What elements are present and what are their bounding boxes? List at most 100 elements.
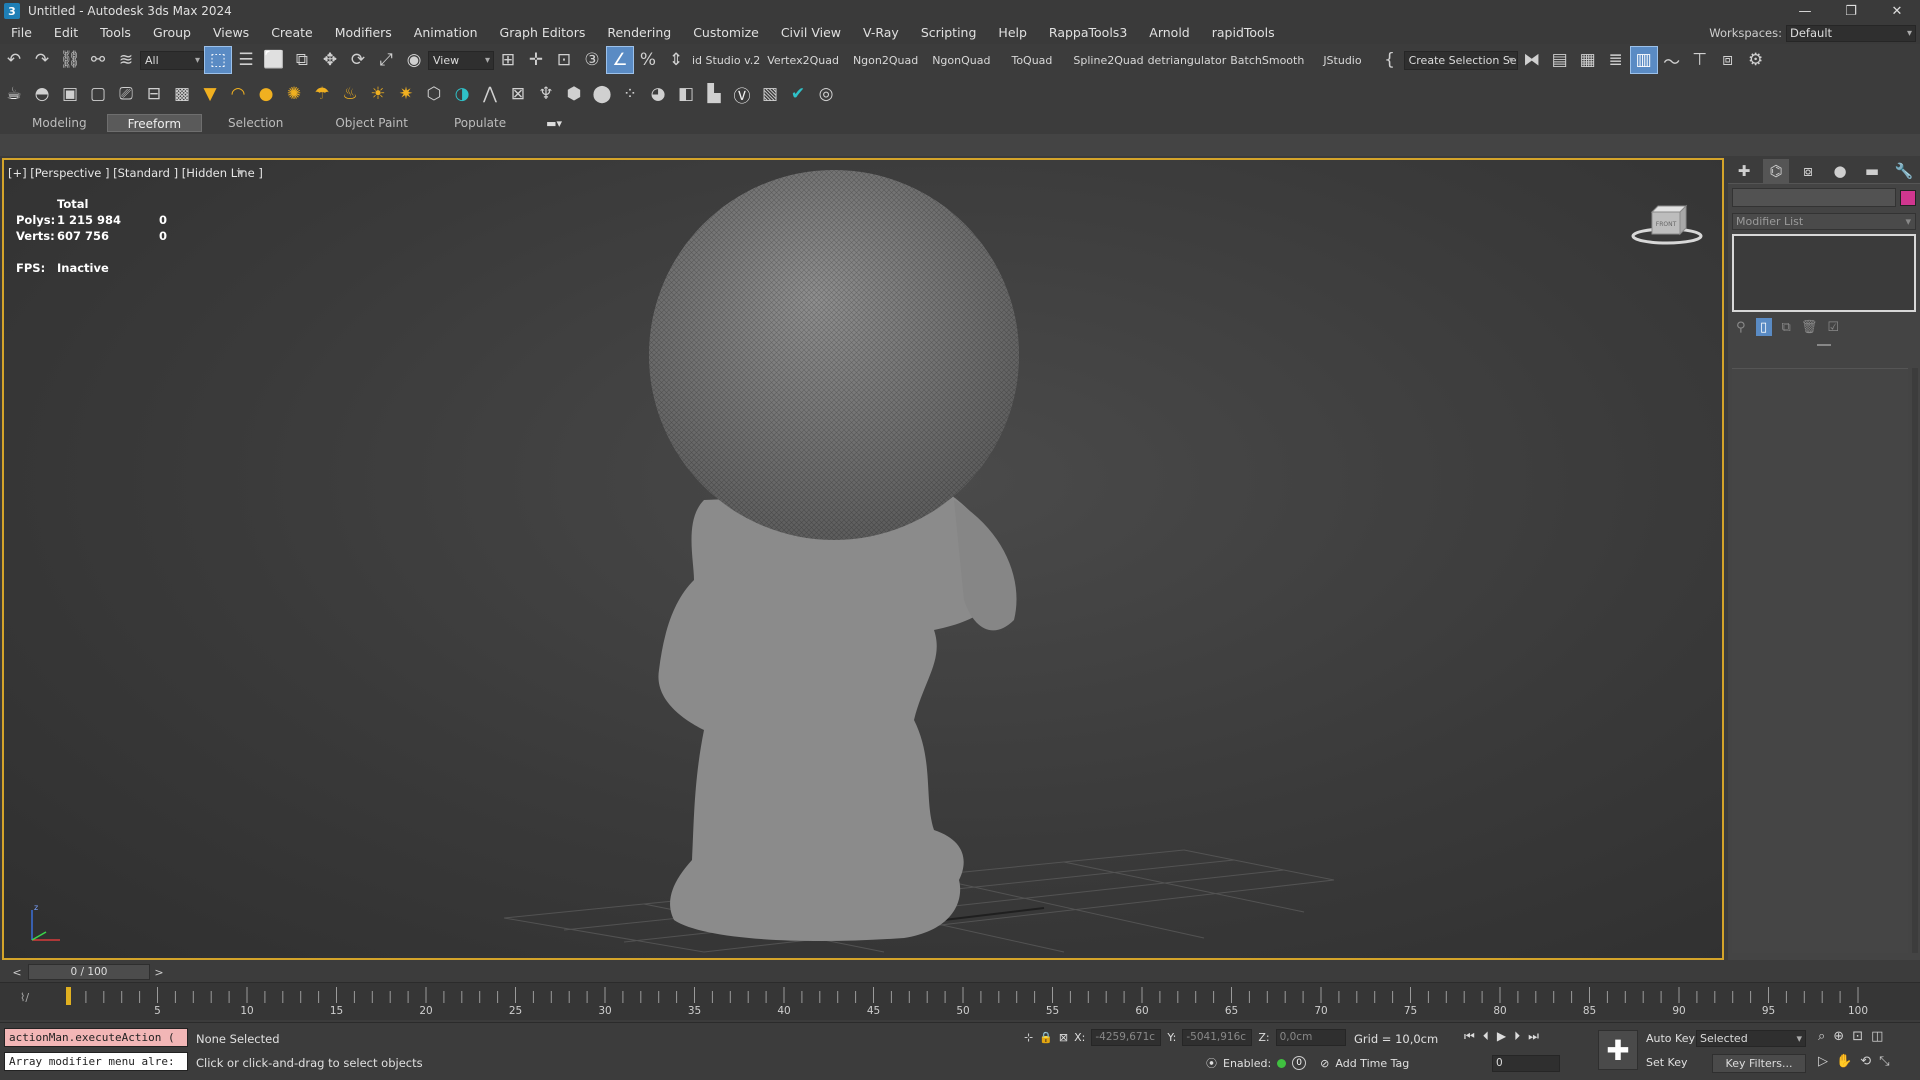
teapot-icon[interactable]: ☕ — [0, 80, 28, 108]
modify-tab-icon[interactable]: ⌬ — [1763, 158, 1789, 183]
tab-modeling[interactable]: Modeling — [12, 114, 107, 132]
toggle-ribbon-icon[interactable]: ▥ — [1629, 46, 1658, 74]
render-frame-icon[interactable]: ⊟ — [140, 80, 168, 108]
pin-stack-icon[interactable]: ⚲ — [1736, 320, 1746, 335]
motion-tab-icon[interactable]: ● — [1827, 159, 1853, 183]
app-icon[interactable]: 3 — [4, 3, 20, 19]
menu-customize[interactable]: Customize — [682, 22, 770, 44]
time-next-icon[interactable]: > — [152, 964, 166, 980]
menu-tools[interactable]: Tools — [89, 22, 142, 44]
create-tab-icon[interactable]: ✚ — [1731, 159, 1757, 183]
go-to-end-icon[interactable]: ⏭ — [1528, 1029, 1539, 1044]
auto-key-button[interactable]: Auto Key — [1644, 1032, 1697, 1045]
material-swatches-icon[interactable]: ⁘ — [616, 80, 644, 108]
play-icon[interactable]: ▶ — [1497, 1029, 1506, 1044]
zoom-all-icon[interactable]: ⊕ — [1833, 1029, 1844, 1044]
menu-group[interactable]: Group — [142, 22, 202, 44]
vray-light-icon[interactable]: ▼ — [196, 80, 224, 108]
tab-populate[interactable]: Populate — [434, 114, 526, 132]
redo-icon[interactable]: ↷ — [28, 46, 56, 74]
menu-rappatools3[interactable]: RappaTools3 — [1038, 22, 1138, 44]
menu-file[interactable]: File — [0, 22, 43, 44]
script-button-jstudio[interactable]: JStudio — [1316, 54, 1375, 67]
camera-icon[interactable]: ⎚ — [112, 80, 140, 108]
zoom-icon[interactable]: ⌕ — [1818, 1029, 1825, 1044]
vray-sky-icon[interactable]: ✷ — [392, 80, 420, 108]
frame-buffer-icon[interactable]: ▧ — [756, 80, 784, 108]
vray-dome-light-icon[interactable]: ◠ — [224, 80, 252, 108]
y-coord-field[interactable]: -5041,916c — [1182, 1029, 1253, 1046]
rectangular-selection-icon[interactable]: ⬜ — [260, 46, 288, 74]
frame-ruler[interactable]: 5 10 15 20 25 30 35 40 45 50 55 60 65 70 75 80 85 90 95 100 — [66, 985, 1868, 1019]
menu-help[interactable]: Help — [987, 22, 1038, 44]
vray-logo-icon[interactable]: Ⓥ — [728, 80, 756, 108]
select-by-name-icon[interactable]: ☰ — [232, 46, 260, 74]
close-button[interactable]: ✕ — [1874, 0, 1920, 22]
menu-views[interactable]: Views — [202, 22, 260, 44]
script-button-spline2quad[interactable]: Spline2Quad — [1066, 54, 1145, 67]
vray-sphere-light-icon[interactable]: ● — [252, 80, 280, 108]
vray-mtl-wrapper-icon[interactable]: ◧ — [672, 80, 700, 108]
material-editor-icon[interactable]: ⧈ — [1714, 46, 1742, 74]
orbit-icon[interactable]: ⟲ — [1860, 1054, 1871, 1069]
move-icon[interactable]: ✥ — [316, 46, 344, 74]
script-button-id-studio[interactable]: id Studio v.2 — [690, 54, 767, 67]
vray-sun-icon[interactable]: ☀ — [364, 80, 392, 108]
object-color-swatch[interactable] — [1900, 189, 1916, 206]
named-selection-dropdown[interactable]: Create Selection Se — [1403, 50, 1518, 70]
link-icon[interactable]: ⛓ — [56, 46, 84, 74]
align-icon[interactable]: ▤ — [1546, 46, 1574, 74]
vray-check-icon[interactable]: ✔ — [784, 80, 812, 108]
lock-selection-icon[interactable]: 🔒 — [1039, 1031, 1053, 1044]
add-time-tag-button[interactable]: Add Time Tag — [1335, 1057, 1409, 1070]
viewcube-icon[interactable]: FRONT — [1630, 198, 1704, 248]
schematic-view-icon[interactable]: ⊤ — [1686, 46, 1714, 74]
script-button-vertex2quad[interactable]: Vertex2Quad — [767, 54, 846, 67]
viewport-label[interactable]: [+] [Perspective ] [Standard ] [Hidden L… — [8, 166, 263, 180]
pan-view-icon[interactable]: ✋ — [1836, 1054, 1852, 1069]
angle-snap-icon[interactable]: ∠ — [606, 46, 634, 74]
scale-icon[interactable]: ⤢ — [372, 46, 400, 74]
place-icon[interactable]: ◉ — [400, 46, 428, 74]
viewport-filter-icon[interactable]: ⏷ — [236, 165, 246, 180]
enabled-indicator[interactable] — [1277, 1058, 1287, 1068]
vray-ies-light-icon[interactable]: ☂ — [308, 80, 336, 108]
keyboard-shortcut-override-icon[interactable]: ⊡ — [550, 46, 578, 74]
undo-icon[interactable]: ↶ — [0, 46, 28, 74]
selection-filter-dropdown[interactable]: All — [140, 50, 204, 70]
key-filters-button[interactable]: Key Filters... — [1712, 1054, 1806, 1073]
menu-modifiers[interactable]: Modifiers — [324, 22, 403, 44]
menu-rapidtools[interactable]: rapidTools — [1201, 22, 1286, 44]
time-prev-icon[interactable]: < — [10, 964, 24, 980]
snaps-toggle-icon[interactable]: ③ — [578, 46, 606, 74]
menu-vray[interactable]: V-Ray — [852, 22, 910, 44]
menu-scripting[interactable]: Scripting — [910, 22, 988, 44]
sphere-create-icon[interactable]: ◓ — [28, 80, 56, 108]
vray-proxy-icon[interactable]: ⬡ — [420, 80, 448, 108]
mini-curve-editor-icon[interactable]: ⌇∕ — [20, 991, 29, 1004]
select-object-icon[interactable]: ⬚ — [204, 46, 232, 74]
menu-civil-view[interactable]: Civil View — [770, 22, 852, 44]
vray-mesh-light-icon[interactable]: ✺ — [280, 80, 308, 108]
tab-selection[interactable]: Selection — [202, 114, 309, 132]
reference-coordinate-dropdown[interactable]: View — [428, 50, 494, 70]
absolute-mode-icon[interactable]: ⊠ — [1059, 1031, 1068, 1044]
mirror-icon[interactable]: ⧓ — [1518, 46, 1546, 74]
edit-named-selection-icon[interactable]: { — [1376, 46, 1404, 74]
render-elements-icon[interactable]: ▙ — [700, 80, 728, 108]
time-tag-icon[interactable]: ⊘ — [1320, 1057, 1329, 1070]
tab-object-paint[interactable]: Object Paint — [309, 114, 434, 132]
script-button-detriangulator[interactable]: detriangulator — [1146, 54, 1229, 67]
light-lister-icon[interactable]: ▢ — [84, 80, 112, 108]
vray-decal-icon[interactable]: ⬢ — [560, 80, 588, 108]
rotate-icon[interactable]: ⟳ — [344, 46, 372, 74]
perspective-viewport[interactable]: [+] [Perspective ] [Standard ] [Hidden L… — [2, 158, 1724, 960]
time-slider[interactable]: 0 / 100 — [28, 964, 150, 980]
modifier-stack[interactable] — [1732, 234, 1916, 312]
vray-displacement-icon[interactable]: ⊠ — [504, 80, 532, 108]
menu-arnold[interactable]: Arnold — [1138, 22, 1200, 44]
bind-space-warp-icon[interactable]: ≋ — [112, 46, 140, 74]
menu-graph-editors[interactable]: Graph Editors — [489, 22, 597, 44]
make-unique-icon[interactable]: ⧉ — [1782, 320, 1791, 335]
field-of-view-icon[interactable]: ▷ — [1818, 1054, 1828, 1069]
